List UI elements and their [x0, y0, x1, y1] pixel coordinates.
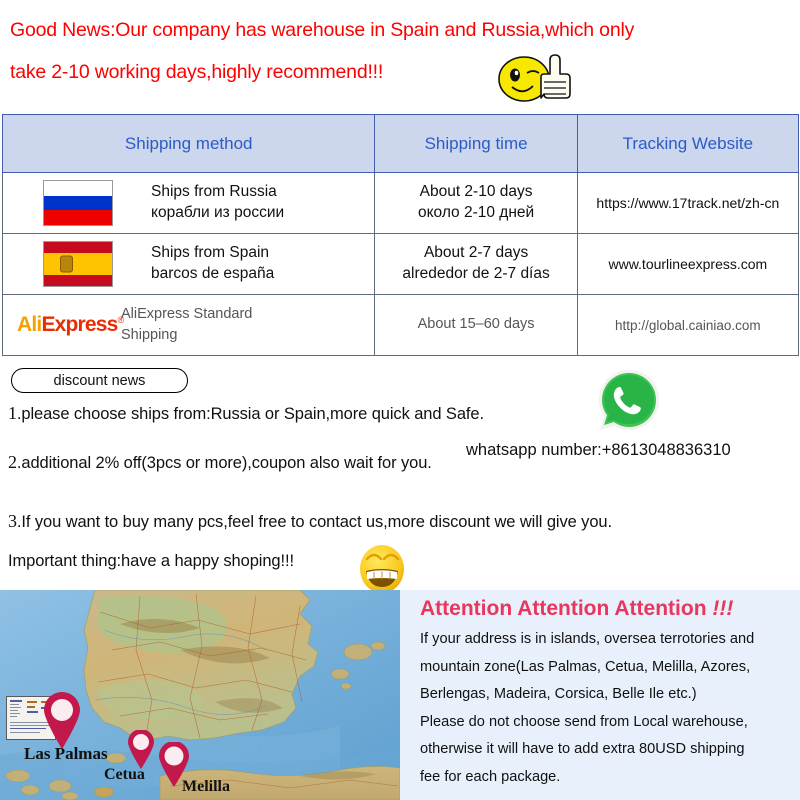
attention-line: If your address is in islands, oversea t…: [420, 631, 755, 647]
column-header-shipping-method: Shipping method: [1, 114, 376, 173]
time-line2: около 2-10 дней: [417, 204, 535, 221]
russia-flag-icon: [43, 180, 113, 226]
discount-news-label: discount news: [53, 372, 146, 389]
banner-line-2: take 2-10 working days,highly recommend!…: [10, 61, 384, 83]
column-header-tracking-website: Tracking Website: [576, 114, 800, 173]
time-line1: About 2-10 days: [419, 183, 533, 201]
cell-tracking-website[interactable]: https://www.17track.net/zh-cn: [576, 172, 800, 234]
method-label-line1: AliExpress Standard: [121, 305, 253, 322]
whatsapp-logo-icon: [599, 370, 659, 430]
attention-title: Attention Attention Attention !!!: [420, 597, 733, 621]
bottom-section: Las Palmas Cetua Melilla Attention Atten…: [0, 590, 800, 800]
discount-item-2-number: 2: [8, 452, 17, 472]
whatsapp-number: whatsapp number:+8613048836310: [466, 441, 731, 459]
cell-shipping-time: About 2-10 days около 2-10 дней: [374, 172, 578, 234]
cell-shipping-time: About 15–60 days: [374, 294, 578, 356]
cell-tracking-website[interactable]: www.tourlineexpress.com: [576, 233, 800, 295]
method-label-line2: barcos de españa: [151, 265, 275, 282]
aliexpress-logo-ali: Ali: [17, 313, 42, 336]
cell-shipping-method: Ships from Russia корабли из россии: [1, 172, 376, 234]
table-row: Ships from Spain barcos de españa About …: [1, 233, 800, 295]
attention-title-bang: !!!: [712, 597, 734, 620]
cell-shipping-method: AliExpress® AliExpress Standard Shipping: [1, 294, 376, 356]
column-header-shipping-time: Shipping time: [374, 114, 578, 173]
time-line2: alrededor de 2-7 días: [402, 265, 550, 282]
discount-item-3-number: 3: [8, 511, 17, 531]
aliexpress-logo-icon: AliExpress®: [17, 313, 124, 336]
discount-item-4: Important thing:have a happy shoping!!!: [8, 552, 294, 570]
discount-item-1-number: 1: [8, 403, 17, 423]
map-pin-cetua: Cetua: [104, 730, 155, 783]
attention-line: mountain zone(Las Palmas, Cetua, Melilla…: [420, 658, 751, 675]
attention-panel: Attention Attention Attention !!! If you…: [400, 590, 800, 800]
spain-flag-icon: [43, 241, 113, 287]
cell-shipping-method: Ships from Spain barcos de españa: [1, 233, 376, 295]
grinning-smiley-icon: [360, 545, 404, 593]
discount-news-badge: discount news: [11, 368, 188, 393]
map-pin-las-palmas: Las Palmas: [24, 692, 108, 763]
cell-shipping-time: About 2-7 days alrededor de 2-7 días: [374, 233, 578, 295]
map-pin-label: Cetua: [104, 766, 145, 783]
promo-page: Good News:Our company has warehouse in S…: [0, 0, 800, 800]
location-pin-icon: [44, 692, 80, 749]
attention-line: otherwise it will have to add extra 80US…: [420, 741, 745, 757]
discount-item-1-text: .please choose ships from:Russia or Spai…: [16, 405, 484, 423]
method-label-line2: корабли из россии: [151, 204, 285, 221]
method-label-line2: Shipping: [121, 327, 178, 343]
method-label-line1: Ships from Spain: [151, 244, 270, 262]
cell-tracking-website[interactable]: http://global.cainiao.com: [576, 294, 800, 356]
location-pin-icon: [128, 730, 154, 769]
banner: Good News:Our company has warehouse in S…: [0, 0, 800, 112]
attention-body: If your address is in islands, oversea t…: [420, 626, 792, 791]
thumbs-up-wink-smiley-icon: [498, 54, 571, 102]
iberia-map: Las Palmas Cetua Melilla: [0, 590, 400, 800]
attention-title-text: Attention Attention Attention: [420, 597, 713, 620]
table-header-row: Shipping method Shipping time Tracking W…: [1, 114, 800, 173]
discount-item-3-text: .If you want to buy many pcs,feel free t…: [16, 513, 612, 531]
attention-line: Please do not choose send from Local war…: [420, 713, 748, 730]
map-pin-label: Melilla: [182, 778, 230, 795]
discount-item-3: 3.If you want to buy many pcs,feel free …: [8, 511, 612, 532]
table-row: Ships from Russia корабли из россии Abou…: [1, 172, 800, 234]
discount-item-2: 2.additional 2% off(3pcs or more),coupon…: [8, 452, 432, 473]
map-pin-label: Las Palmas: [24, 744, 108, 763]
attention-line: fee for each package.: [420, 768, 561, 785]
table-row: AliExpress® AliExpress Standard Shipping…: [1, 294, 800, 356]
discount-item-1: 1.please choose ships from:Russia or Spa…: [8, 403, 484, 424]
shipping-table: Shipping method Shipping time Tracking W…: [1, 114, 800, 356]
banner-line-1: Good News:Our company has warehouse in S…: [10, 19, 635, 41]
time-line1: About 15–60 days: [417, 316, 535, 333]
time-line1: About 2-7 days: [423, 244, 529, 262]
aliexpress-logo-express: Express: [41, 313, 118, 336]
discount-item-2-text: .additional 2% off(3pcs or more),coupon …: [16, 454, 432, 472]
attention-line: Berlengas, Madeira, Corsica, Belle Ile e…: [420, 686, 697, 702]
map-pin-melilla: Melilla: [158, 742, 230, 795]
method-label-line1: Ships from Russia: [151, 183, 277, 201]
